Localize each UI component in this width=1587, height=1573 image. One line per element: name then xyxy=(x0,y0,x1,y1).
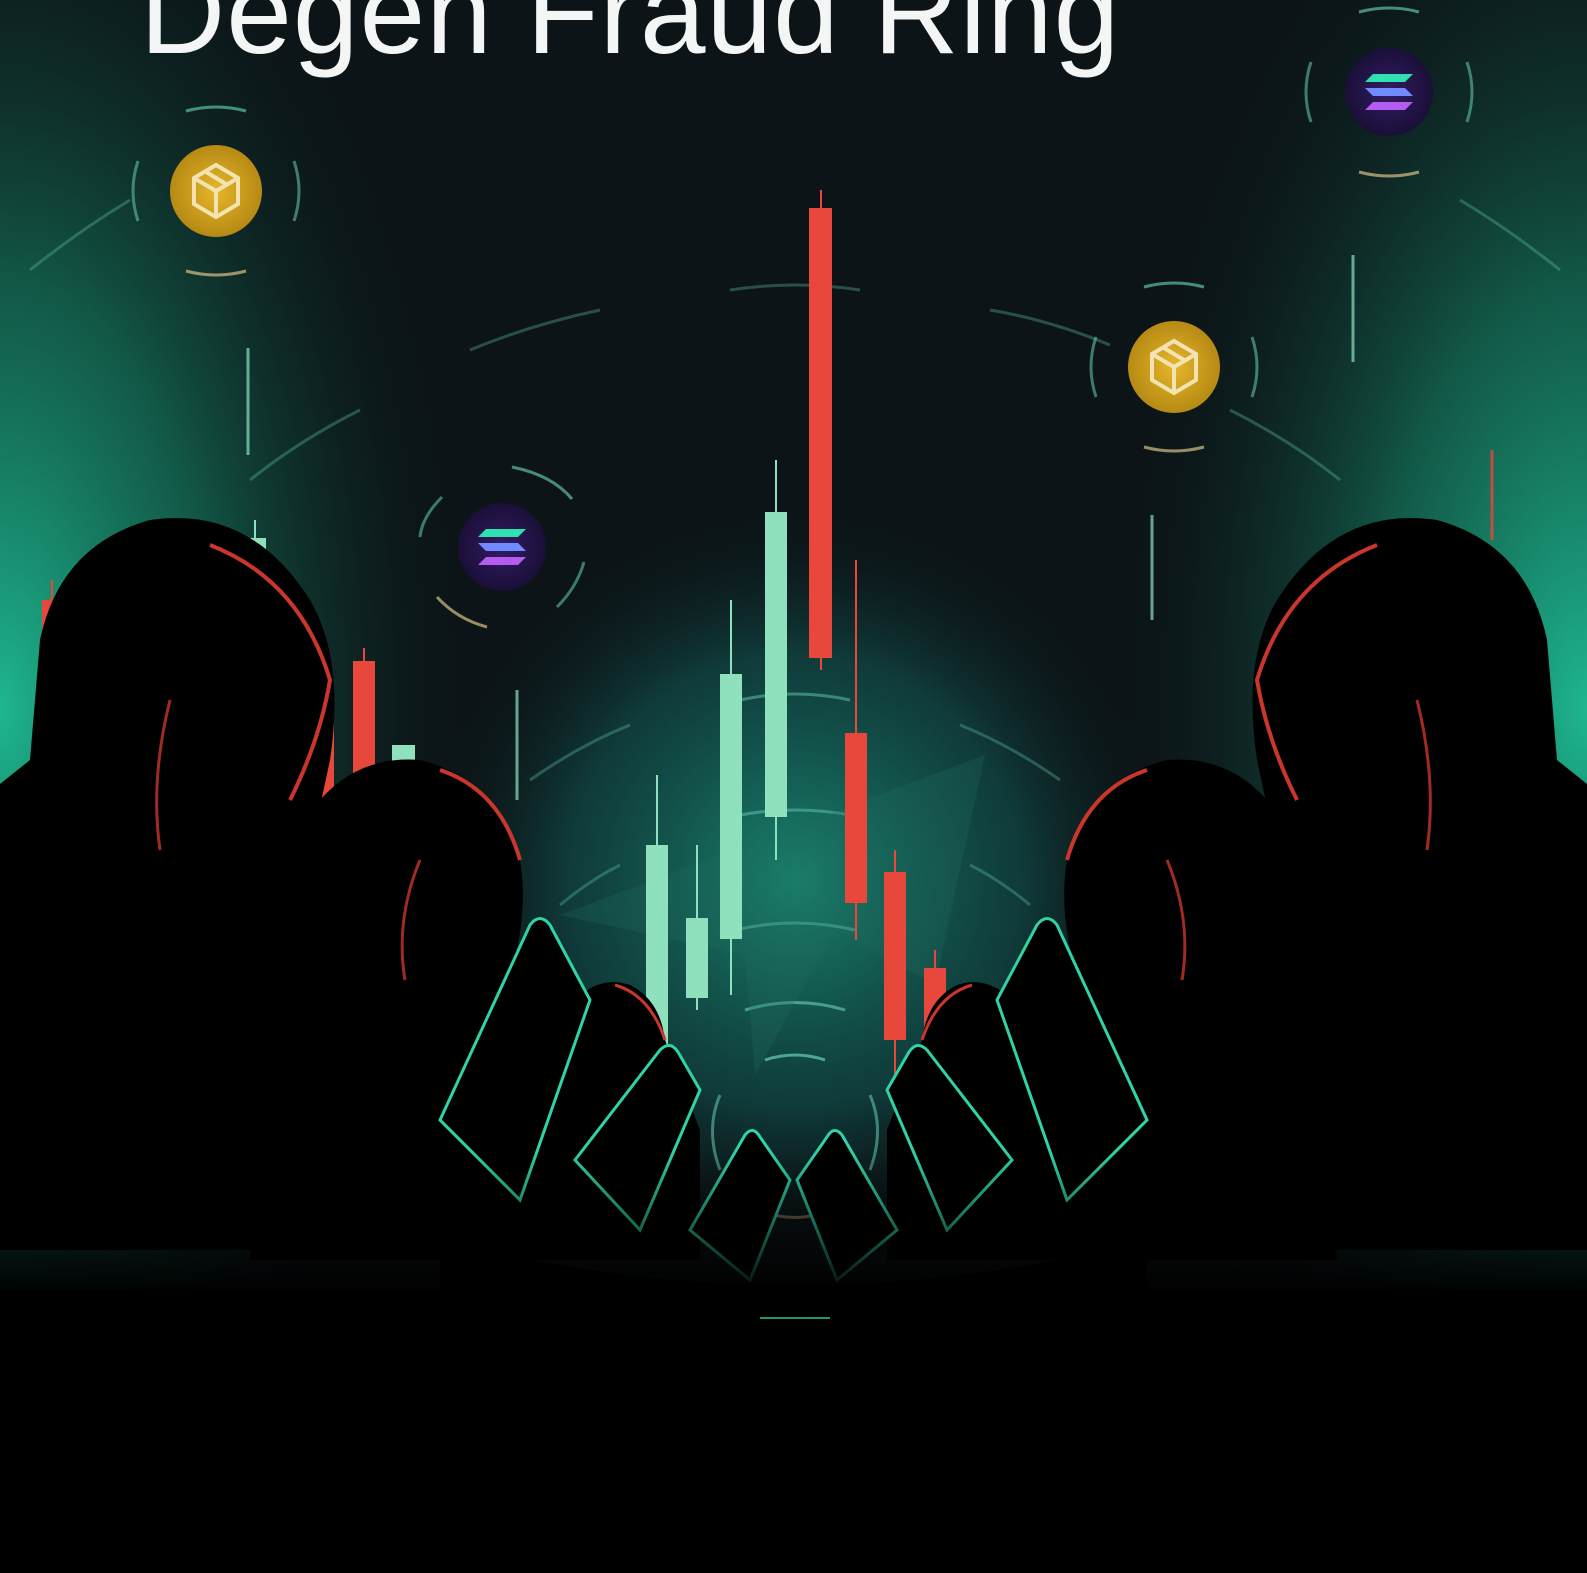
solana-icon xyxy=(478,529,526,565)
poster-title: Degen Fraud Ring xyxy=(140,0,1121,79)
solana-icon xyxy=(1365,74,1413,110)
illustration xyxy=(0,0,1587,1573)
candle-bull xyxy=(765,460,787,860)
candle-bear xyxy=(809,190,832,670)
poster: Degen Fraud Ring xyxy=(0,0,1587,1573)
bottom-shadow xyxy=(0,1150,1587,1300)
ground xyxy=(0,1290,1587,1573)
